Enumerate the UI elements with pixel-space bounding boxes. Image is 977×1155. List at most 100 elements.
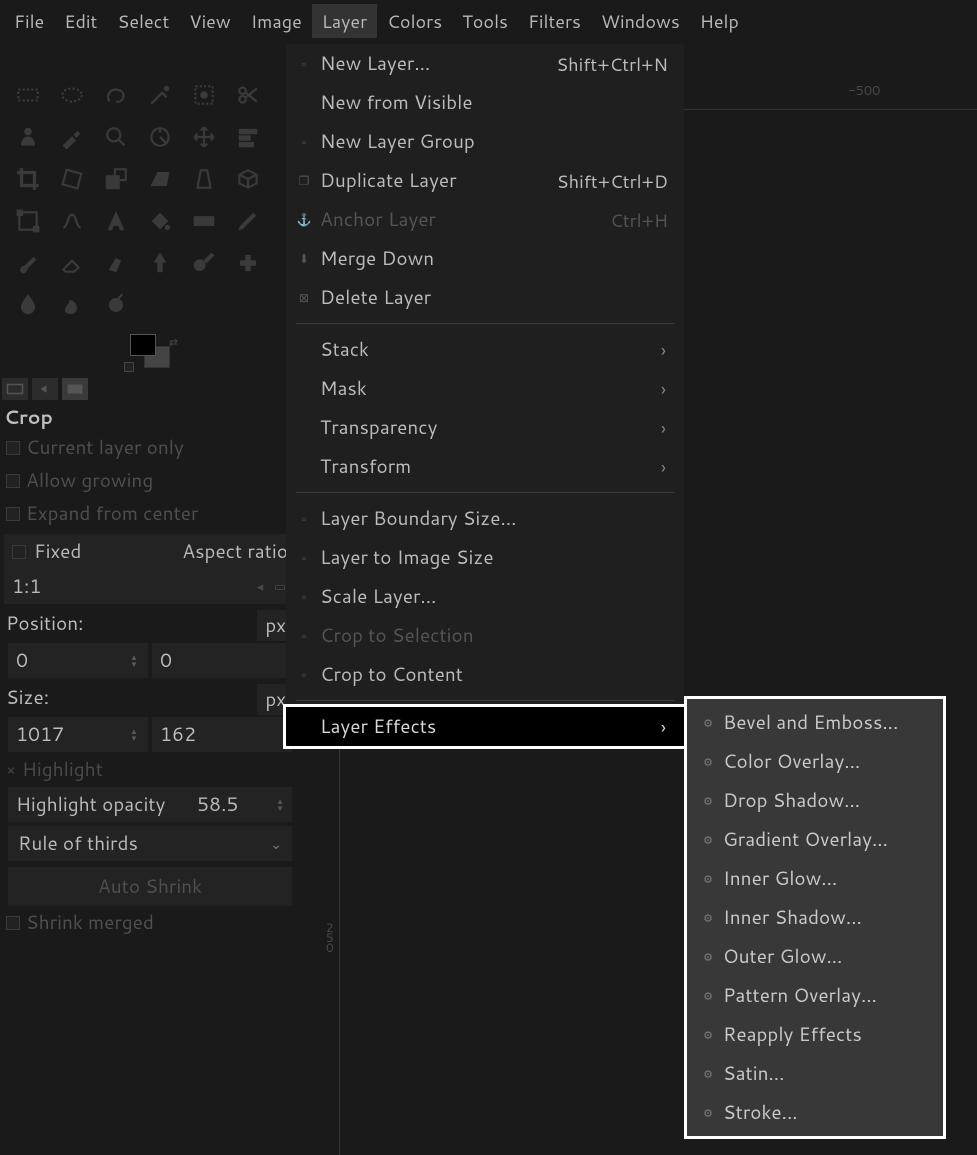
dock-tab-tool-options[interactable] — [2, 378, 28, 400]
fx-satin[interactable]: ⚙Satin... — [687, 1054, 943, 1093]
tool-foreground-select[interactable] — [6, 116, 50, 158]
fx-inner-glow[interactable]: ⚙Inner Glow... — [687, 859, 943, 898]
tool-move[interactable] — [182, 116, 226, 158]
layer-menu-layer-to-image-size[interactable]: ▫Layer to Image Size — [286, 538, 684, 577]
opt-expand-from-center[interactable]: Expand from center — [4, 497, 296, 530]
tool-measure[interactable] — [138, 116, 182, 158]
layer-menu-transparency[interactable]: Transparency› — [286, 408, 684, 447]
fx-gradient-overlay[interactable]: ⚙Gradient Overlay... — [687, 820, 943, 859]
tool-rect-select[interactable] — [6, 74, 50, 116]
opt-highlight-toggle[interactable]: × Highlight — [4, 752, 296, 787]
layer-menu-new-from-visible[interactable]: New from Visible — [286, 83, 684, 122]
highlight-opacity-input[interactable]: Highlight opacity 58.5 ▲▼ — [8, 787, 292, 822]
tool-3d-transform[interactable] — [226, 158, 270, 200]
menu-windows[interactable]: Windows — [591, 4, 690, 38]
default-colors-icon[interactable] — [124, 362, 134, 372]
tool-text[interactable] — [94, 200, 138, 242]
fx-inner-shadow[interactable]: ⚙Inner Shadow... — [687, 898, 943, 937]
opt-ratio-value[interactable]: 1:1 — [12, 573, 41, 600]
tool-by-color[interactable] — [182, 74, 226, 116]
opt-current-layer-only[interactable]: Current layer only — [4, 431, 296, 464]
menu-image[interactable]: Image — [241, 4, 312, 38]
menu-filters[interactable]: Filters — [518, 4, 591, 38]
tool-blur[interactable] — [6, 284, 50, 326]
layer-menu-layer-effects[interactable]: Layer Effects› — [286, 707, 684, 746]
tool-pencil[interactable] — [226, 200, 270, 242]
fx-drop-shadow[interactable]: ⚙Drop Shadow... — [687, 781, 943, 820]
tool-paintbrush[interactable] — [6, 242, 50, 284]
fx-color-overlay[interactable]: ⚙Color Overlay... — [687, 742, 943, 781]
tool-gradient[interactable] — [182, 200, 226, 242]
ruler-horizontal[interactable]: -500 — [684, 80, 977, 110]
position-x-input[interactable]: 0▲▼ — [8, 643, 148, 678]
dock-tab-images[interactable] — [62, 378, 88, 400]
menu-tools[interactable]: Tools — [452, 4, 518, 38]
orientation-portrait-icon[interactable]: ◂ — [252, 579, 268, 595]
tool-perspective[interactable] — [182, 158, 226, 200]
tool-smudge[interactable] — [50, 284, 94, 326]
size-h-input[interactable]: 162 — [152, 717, 292, 752]
layer-menu-transform[interactable]: Transform› — [286, 447, 684, 486]
tool-bucket[interactable] — [138, 200, 182, 242]
layer-menu-mask[interactable]: Mask› — [286, 369, 684, 408]
menu-edit[interactable]: Edit — [54, 4, 107, 38]
swap-colors-icon[interactable]: ⇄ — [169, 334, 178, 350]
fx-outer-glow[interactable]: ⚙Outer Glow... — [687, 937, 943, 976]
menu-file[interactable]: File — [4, 4, 54, 38]
layer-menu-stack[interactable]: Stack› — [286, 330, 684, 369]
size-w-input[interactable]: 1017▲▼ — [8, 717, 148, 752]
tool-handle-transform[interactable] — [6, 200, 50, 242]
tool-dodge[interactable] — [94, 284, 138, 326]
tool-shear[interactable] — [138, 158, 182, 200]
dock-tab-undo[interactable] — [32, 378, 58, 400]
layer-menu-duplicate-layer[interactable]: ❐Duplicate LayerShift+Ctrl+D — [286, 161, 684, 200]
fx-bevel-and-emboss[interactable]: ⚙Bevel and Emboss... — [687, 703, 943, 742]
layer-menu-scale-layer[interactable]: ▫Scale Layer... — [286, 577, 684, 616]
tool-scale[interactable] — [94, 158, 138, 200]
close-icon[interactable]: × — [6, 760, 16, 780]
menu-select[interactable]: Select — [107, 4, 179, 38]
auto-shrink-button[interactable]: Auto Shrink — [8, 867, 292, 906]
tool-align[interactable] — [226, 116, 270, 158]
layer-menu-layer-boundary-size[interactable]: ▫Layer Boundary Size... — [286, 499, 684, 538]
tool-eraser[interactable] — [50, 242, 94, 284]
opt-allow-growing[interactable]: Allow growing — [4, 464, 296, 497]
menu-colors[interactable]: Colors — [377, 4, 452, 38]
guides-mode-select[interactable]: Rule of thirds ⌄ — [8, 826, 292, 861]
tool-warp[interactable] — [50, 200, 94, 242]
fx-pattern-overlay[interactable]: ⚙Pattern Overlay... — [687, 976, 943, 1015]
tool-crop[interactable] — [6, 158, 50, 200]
layer-menu-crop-to-content[interactable]: ▫Crop to Content — [286, 655, 684, 694]
opt-fixed-row[interactable]: Fixed Aspect ratio — [4, 534, 296, 569]
opt-fixed-mode[interactable]: Aspect ratio — [182, 538, 288, 565]
tool-airbrush[interactable] — [94, 242, 138, 284]
menu-help[interactable]: Help — [690, 4, 749, 38]
tool-zoom[interactable] — [94, 116, 138, 158]
menu-view[interactable]: View — [179, 4, 240, 38]
tool-ellipse-select[interactable] — [50, 74, 94, 116]
position-y-input[interactable]: 0 — [152, 643, 292, 678]
layer-menu-delete-layer[interactable]: ⊠Delete Layer — [286, 278, 684, 317]
color-swatches[interactable]: ⇄ — [124, 334, 180, 372]
tool-mypaint[interactable] — [182, 242, 226, 284]
ruler-vertical[interactable]: 250 — [314, 745, 340, 1155]
tool-rotate[interactable] — [50, 158, 94, 200]
layer-menu-new-layer[interactable]: ▫New Layer...Shift+Ctrl+N — [286, 44, 684, 83]
stepper-icon[interactable]: ▲▼ — [276, 798, 284, 812]
menu-layer[interactable]: Layer — [312, 4, 377, 38]
tool-color-picker[interactable] — [50, 116, 94, 158]
opt-shrink-merged[interactable]: Shrink merged — [4, 906, 296, 939]
fg-color-swatch[interactable] — [130, 334, 156, 356]
tool-free-select[interactable] — [94, 74, 138, 116]
fx-reapply-effects[interactable]: ⚙Reapply Effects — [687, 1015, 943, 1054]
tool-heal[interactable] — [226, 242, 270, 284]
fx-stroke[interactable]: ⚙Stroke... — [687, 1093, 943, 1132]
layer-menu-merge-down[interactable]: ⬇Merge Down — [286, 239, 684, 278]
layer-menu-new-layer-group[interactable]: ▫New Layer Group — [286, 122, 684, 161]
opt-ratio-row[interactable]: 1:1 ◂ ▭ — [4, 569, 296, 604]
stepper-icon[interactable]: ▲▼ — [130, 728, 140, 742]
stepper-icon[interactable]: ▲▼ — [130, 654, 140, 668]
tool-scissors[interactable] — [226, 74, 270, 116]
tool-fuzzy-select[interactable] — [138, 74, 182, 116]
tool-ink[interactable] — [138, 242, 182, 284]
